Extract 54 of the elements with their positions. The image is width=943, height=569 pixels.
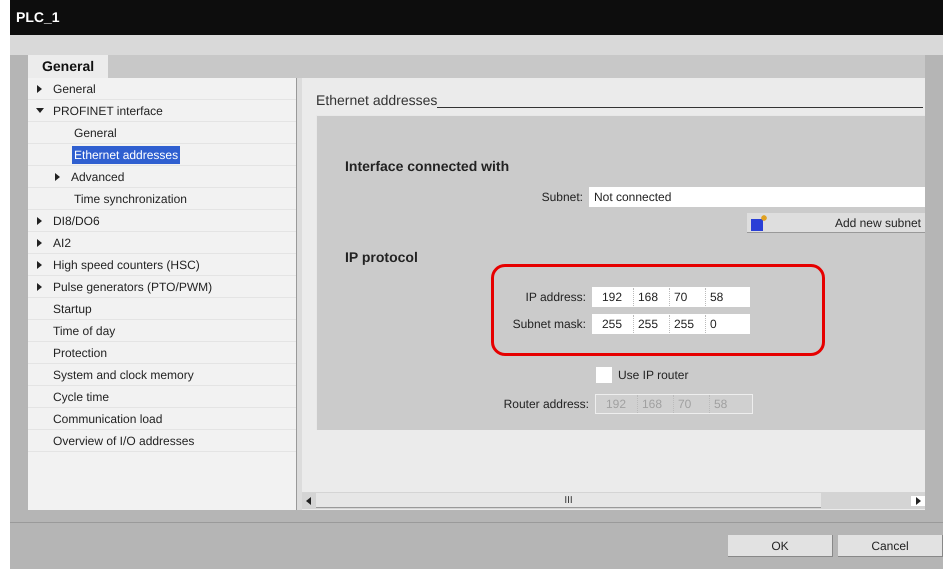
tree-item[interactable]: Pulse generators (PTO/PWM) (51, 278, 214, 296)
collapsed-triangle-icon[interactable] (36, 282, 44, 290)
collapsed-triangle-icon[interactable] (36, 260, 44, 268)
dialog-button[interactable]: OK (728, 535, 833, 557)
expanded-triangle-icon[interactable] (36, 106, 44, 114)
ip-octet: 255 (598, 314, 634, 332)
tree-item[interactable]: Time synchronization (72, 190, 189, 208)
scrollbar-grip: III (564, 494, 573, 508)
collapsed-triangle-icon[interactable] (54, 172, 62, 180)
collapsed-triangle-icon[interactable] (36, 216, 44, 224)
tree-item[interactable]: Ethernet addresses (72, 146, 180, 164)
section-title: Ethernet addresses (316, 91, 438, 110)
tree-item[interactable]: General (51, 80, 98, 98)
field-label: Router address: (502, 396, 590, 413)
ip-address-field[interactable]: 192 168 70 58 (592, 286, 750, 306)
tree-item[interactable]: Time of day (51, 322, 118, 340)
ip-octet: 58 (709, 288, 724, 306)
tree-item[interactable]: DI8/DO6 (51, 212, 102, 230)
ip-octet: 0 (709, 316, 718, 332)
tree-item[interactable]: Overview of I/O addresses (51, 432, 196, 450)
ip-address-field[interactable]: 255 255 255 0 (592, 314, 750, 334)
tree-item[interactable]: System and clock memory (51, 366, 196, 384)
tree-item[interactable]: Startup (51, 300, 94, 318)
scroll-right-icon[interactable] (911, 496, 925, 506)
ip-octet: 255 (634, 314, 670, 332)
checkbox[interactable] (596, 367, 612, 383)
tab[interactable]: General (28, 55, 108, 78)
tree-item[interactable]: High speed counters (HSC) (51, 256, 202, 274)
checkbox-label: Use IP router (618, 367, 688, 384)
add-new-subnet-button[interactable]: Add new subnet (747, 213, 925, 233)
tree-item[interactable]: Communication load (51, 410, 164, 428)
network-add-icon (751, 214, 769, 230)
field-label: Subnet: (540, 189, 584, 206)
dialog-button[interactable]: Cancel (838, 535, 943, 557)
field-label: Subnet mask: (512, 316, 587, 332)
ip-octet: 70 (670, 288, 706, 306)
ip-octet: 255 (670, 314, 706, 332)
collapsed-triangle-icon[interactable] (36, 238, 44, 246)
field-label: IP address: (524, 288, 587, 306)
tree-item[interactable]: PROFINET interface (51, 102, 165, 120)
group-heading: IP protocol (345, 248, 419, 267)
horizontal-scrollbar[interactable]: III (302, 492, 925, 509)
tree-item[interactable]: Cycle time (51, 388, 112, 406)
scrollbar-thumb[interactable]: III (316, 493, 821, 508)
ip-octet: 168 (634, 288, 670, 306)
tree-item[interactable]: Advanced (69, 168, 126, 186)
ip-octet: 192 (598, 288, 634, 306)
tree-item[interactable]: Protection (51, 344, 110, 362)
tree-item[interactable]: General (72, 124, 119, 142)
collapsed-triangle-icon[interactable] (36, 84, 44, 92)
window-title: PLC_1 (16, 8, 60, 27)
subnet-field[interactable]: Not connected (589, 187, 925, 207)
tree-item[interactable]: AI2 (51, 234, 74, 252)
group-heading: Interface connected with (345, 157, 510, 176)
